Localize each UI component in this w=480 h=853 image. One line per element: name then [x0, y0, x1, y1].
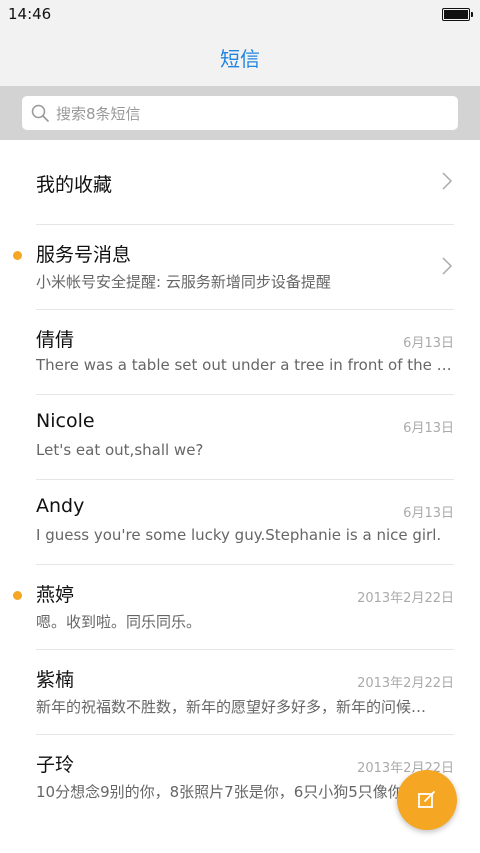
favorites-row[interactable]: 我的收藏	[36, 140, 454, 225]
service-preview: 小米帐号安全提醒: 云服务新增同步设备提醒	[36, 273, 331, 291]
service-messages-row[interactable]: 服务号消息 小米帐号安全提醒: 云服务新增同步设备提醒	[13, 225, 454, 310]
unread-dot	[13, 591, 22, 600]
message-date: 6月13日	[403, 506, 454, 521]
conversation-row[interactable]: Nicole 6月13日 Let's eat out,shall we?	[36, 395, 454, 480]
message-preview: 新年的祝福数不胜数，新年的愿望好多好多，新年的问候…	[36, 698, 427, 716]
unread-dot	[13, 251, 22, 260]
conversation-row[interactable]: 子玲 2013年2月22日 10分想念9别的你，8张照片7张是你，6只小狗5只像…	[36, 735, 454, 819]
message-preview: 10分想念9别的你，8张照片7张是你，6只小狗5只像你	[36, 783, 403, 801]
favorites-label: 我的收藏	[36, 174, 113, 196]
battery-icon	[442, 8, 473, 21]
message-preview: Let's eat out,shall we?	[36, 441, 204, 459]
status-time: 14:46	[8, 5, 52, 23]
conversation-row[interactable]: 倩倩 6月13日 There was a table set out under…	[36, 310, 454, 395]
message-preview: There was a table set out under a tree i…	[36, 356, 454, 374]
compose-button[interactable]	[397, 770, 457, 830]
conversation-list: 我的收藏 服务号消息 小米帐号安全提醒: 云服务新增同步设备提醒 倩倩 6月13…	[0, 140, 480, 819]
message-date: 2013年2月22日	[357, 676, 454, 691]
message-preview: I guess you're some lucky guy.Stephanie …	[36, 526, 442, 544]
service-title: 服务号消息	[36, 244, 132, 266]
header: 短信	[0, 30, 480, 86]
chevron-right-icon	[442, 172, 453, 190]
message-preview: 嗯。收到啦。同乐同乐。	[36, 613, 202, 631]
contact-name: 紫楠	[36, 669, 75, 691]
contact-name: Nicole	[36, 410, 95, 432]
contact-name: 燕婷	[36, 584, 75, 606]
message-date: 6月13日	[403, 336, 454, 351]
chevron-right-icon	[442, 257, 453, 275]
contact-name: 倩倩	[36, 329, 75, 351]
compose-icon	[418, 791, 435, 808]
search-input[interactable]: 搜索8条短信	[22, 96, 458, 130]
contact-name: Andy	[36, 495, 85, 517]
conversation-row[interactable]: 紫楠 2013年2月22日 新年的祝福数不胜数，新年的愿望好多好多，新年的问候…	[36, 650, 454, 735]
contact-name: 子玲	[36, 754, 75, 776]
message-date: 6月13日	[403, 421, 454, 436]
search-bar: 搜索8条短信	[0, 86, 480, 140]
conversation-row[interactable]: 燕婷 2013年2月22日 嗯。收到啦。同乐同乐。	[13, 565, 454, 650]
page-title: 短信	[220, 47, 260, 71]
status-bar: 14:46	[0, 0, 480, 30]
search-icon	[31, 104, 49, 122]
conversation-row[interactable]: Andy 6月13日 I guess you're some lucky guy…	[36, 480, 454, 565]
message-date: 2013年2月22日	[357, 591, 454, 606]
search-placeholder: 搜索8条短信	[56, 105, 141, 123]
